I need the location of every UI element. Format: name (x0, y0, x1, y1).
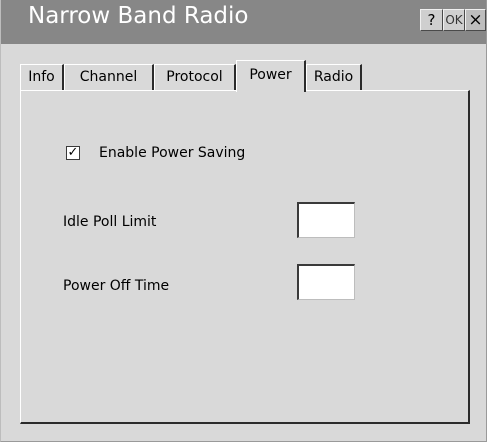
ok-button[interactable]: OK (443, 9, 465, 31)
window-title: Narrow Band Radio (28, 3, 249, 29)
idle-poll-limit-label: Idle Poll Limit (63, 214, 157, 230)
power-off-time-label: Power Off Time (63, 278, 170, 294)
enable-power-saving-checkbox[interactable]: ✓ (66, 146, 80, 160)
title-bar: Narrow Band Radio ? OK × (1, 0, 486, 44)
close-button[interactable]: × (465, 9, 486, 31)
tab-radio[interactable]: Radio (306, 64, 362, 90)
help-button[interactable]: ? (420, 9, 443, 31)
tab-power[interactable]: Power (236, 60, 306, 92)
power-tab-panel (20, 90, 470, 424)
tab-protocol[interactable]: Protocol (154, 64, 236, 90)
idle-poll-limit-field[interactable] (297, 202, 355, 238)
tab-info[interactable]: Info (20, 64, 64, 90)
power-off-time-field[interactable] (297, 264, 355, 300)
tab-channel[interactable]: Channel (64, 64, 154, 90)
enable-power-saving-label[interactable]: Enable Power Saving (99, 145, 245, 161)
dialog-window: Narrow Band Radio ? OK × Info Channel Pr… (0, 0, 487, 442)
